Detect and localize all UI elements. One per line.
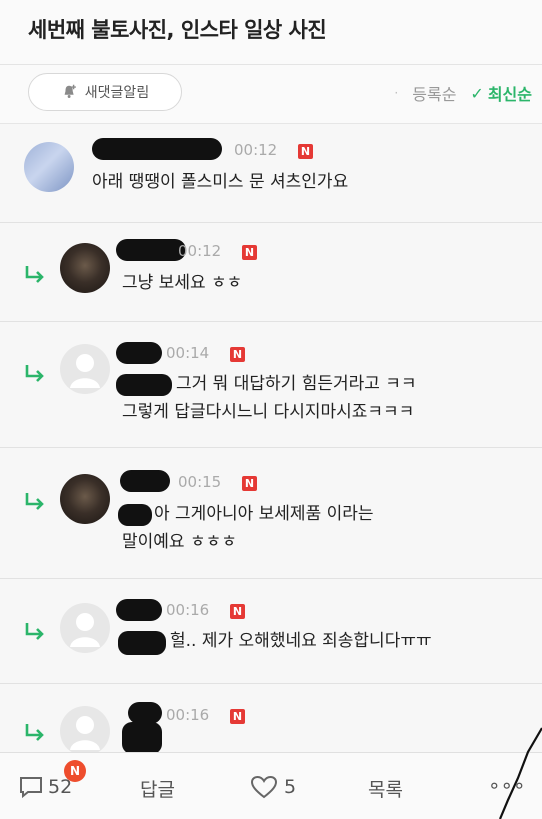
comment-row: 00:16 N bbox=[0, 684, 542, 756]
comment-time: 00:14 bbox=[166, 344, 210, 362]
new-badge: N bbox=[242, 245, 257, 260]
comment-text: 말이예요 ㅎㅎㅎ bbox=[122, 532, 237, 552]
comment-row: 00:16 N 헐.. 제가 오해했네요 죄송합니다ㅠㅠ bbox=[0, 579, 542, 684]
new-comment-alert-button[interactable]: 새댓글알림 bbox=[28, 73, 182, 111]
page-title: 세번째 불토사진, 인스타 일상 사진 bbox=[28, 18, 327, 42]
redacted-nickname bbox=[116, 599, 162, 621]
comment-icon bbox=[20, 777, 42, 799]
comment-time: 00:15 bbox=[178, 473, 222, 491]
redacted-mention bbox=[118, 504, 152, 526]
reply-arrow-icon bbox=[25, 493, 44, 510]
comment-row: 00:12 N 아래 땡땡이 폴스미스 문 셔츠인가요 bbox=[0, 124, 542, 223]
comment-count-button[interactable]: 52 bbox=[18, 775, 72, 799]
comment-text: 아 그게아니아 보세제품 이라는 bbox=[154, 504, 374, 524]
sort-by-latest[interactable]: 최신순 bbox=[488, 81, 532, 105]
comment-text: 헐.. 제가 오해했네요 죄송합니다ㅠㅠ bbox=[170, 631, 432, 651]
avatar[interactable] bbox=[60, 344, 110, 394]
default-avatar-icon bbox=[70, 613, 100, 647]
sort-by-registration[interactable]: 등록순 bbox=[412, 81, 456, 105]
new-badge: N bbox=[298, 144, 313, 159]
comment-row: 00:14 N 그거 뭐 대답하기 힘든거라고 ㅋㅋ 그렇게 답글다시느니 다시… bbox=[0, 322, 542, 448]
new-badge: N bbox=[242, 476, 257, 491]
comment-toolbar: 새댓글알림 · 등록순 ✓ 최신순 bbox=[0, 65, 542, 124]
comment-row: 00:15 N 아 그게아니아 보세제품 이라는 말이예요 ㅎㅎㅎ bbox=[0, 448, 542, 579]
page-header: 세번째 불토사진, 인스타 일상 사진 bbox=[0, 0, 542, 65]
new-badge: N bbox=[230, 709, 245, 724]
reply-arrow-icon bbox=[25, 623, 44, 640]
new-badge: N bbox=[230, 604, 245, 619]
avatar[interactable] bbox=[60, 603, 110, 653]
redacted-nickname bbox=[116, 342, 162, 364]
comment-text: 아래 땡땡이 폴스미스 문 셔츠인가요 bbox=[92, 172, 349, 192]
more-icon[interactable]: ∘∘∘ bbox=[488, 773, 526, 797]
new-badge: N bbox=[230, 347, 245, 362]
redacted-nickname bbox=[92, 138, 222, 160]
comment-new-badge: N bbox=[64, 760, 86, 782]
redacted-nickname bbox=[128, 702, 162, 724]
comment-row: 00:12 N 그냥 보세요 ㅎㅎ bbox=[0, 223, 542, 322]
comment-time: 00:12 bbox=[178, 242, 222, 260]
avatar[interactable] bbox=[60, 706, 110, 756]
reply-arrow-icon bbox=[25, 266, 44, 283]
default-avatar-icon bbox=[70, 716, 100, 750]
comment-time: 00:16 bbox=[166, 601, 210, 619]
avatar[interactable] bbox=[60, 474, 110, 524]
bell-plus-icon bbox=[64, 84, 76, 98]
heart-icon bbox=[250, 775, 278, 799]
redacted-mention bbox=[116, 374, 172, 396]
check-icon: ✓ bbox=[470, 83, 484, 103]
reply-arrow-icon bbox=[25, 724, 44, 741]
default-avatar-icon bbox=[70, 354, 100, 388]
comment-time: 00:16 bbox=[166, 706, 210, 724]
comment-text: 그냥 보세요 ㅎㅎ bbox=[122, 273, 243, 293]
reply-arrow-icon bbox=[25, 365, 44, 382]
comment-text: 그렇게 답글다시느니 다시지마시죠ㅋㅋㅋ bbox=[122, 402, 415, 422]
notify-label: 새댓글알림 bbox=[84, 85, 150, 101]
comment-time: 00:12 bbox=[234, 141, 278, 159]
comment-text: 그거 뭐 대답하기 힘든거라고 ㅋㅋ bbox=[176, 374, 417, 394]
list-button[interactable]: 목록 bbox=[368, 775, 403, 802]
avatar[interactable] bbox=[24, 142, 74, 192]
redacted-mention bbox=[118, 631, 166, 655]
avatar[interactable] bbox=[60, 243, 110, 293]
redacted-nickname bbox=[120, 470, 170, 492]
sort-options: · 등록순 ✓ 최신순 bbox=[394, 81, 532, 105]
separator-dot: · bbox=[394, 86, 399, 100]
redacted-nickname bbox=[116, 239, 186, 261]
reply-button[interactable]: 답글 bbox=[140, 775, 175, 802]
like-button[interactable]: 5 bbox=[250, 775, 296, 799]
like-count: 5 bbox=[284, 776, 297, 798]
redacted-mention bbox=[122, 722, 162, 754]
